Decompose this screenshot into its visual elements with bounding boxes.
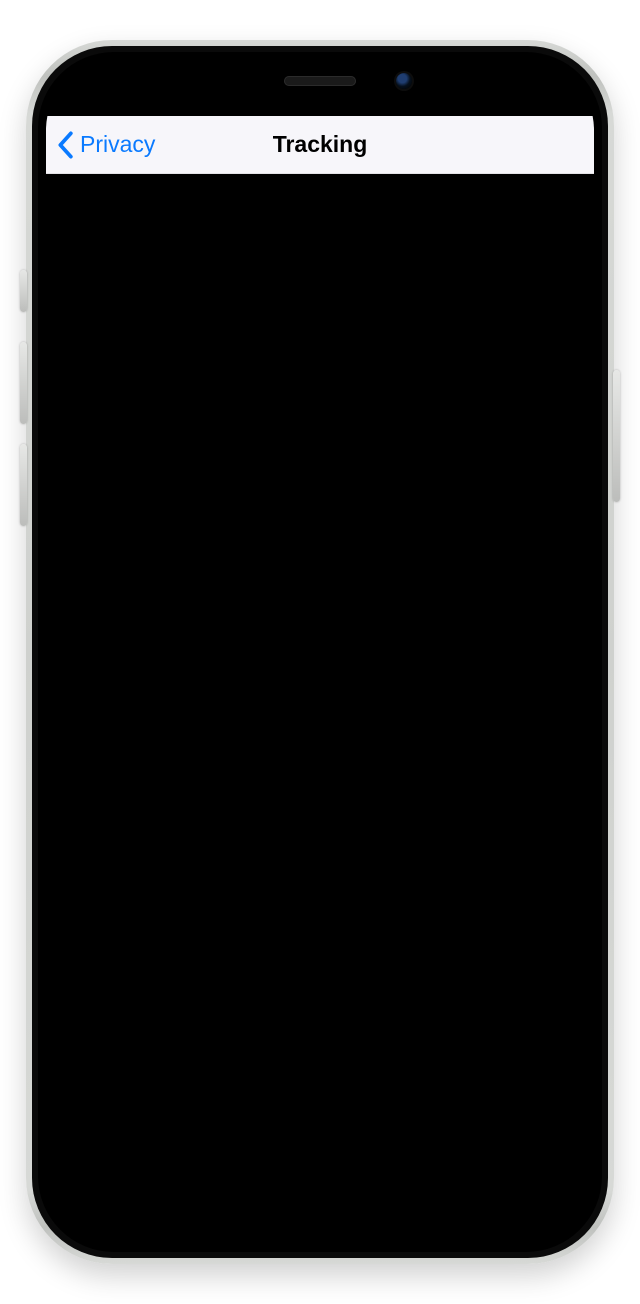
screen: 9:41 bbox=[46, 60, 594, 1244]
back-button[interactable]: Privacy bbox=[56, 116, 155, 173]
learn-more-link[interactable]: Learn more… bbox=[216, 318, 320, 337]
home-indicator bbox=[234, 1226, 406, 1232]
side-button bbox=[613, 370, 620, 502]
notch bbox=[196, 60, 444, 102]
earpiece-speaker bbox=[284, 76, 356, 86]
row-label: Allow Apps to Request to Track bbox=[66, 238, 508, 264]
navigation-bar: Privacy Tracking bbox=[46, 116, 594, 174]
row-app: App App bbox=[46, 366, 594, 428]
iphone-frame: 9:41 bbox=[26, 40, 614, 1264]
content: Allow Apps to Request to Track Allow app… bbox=[46, 174, 594, 1244]
cellular-icon bbox=[470, 85, 494, 101]
app-icon-label: App bbox=[70, 387, 102, 407]
section-footer: Allow apps to ask to track your activity… bbox=[46, 282, 594, 366]
volume-down-button bbox=[20, 444, 27, 526]
wifi-icon bbox=[502, 85, 524, 102]
front-camera bbox=[396, 73, 412, 89]
chevron-left-icon bbox=[56, 131, 74, 159]
page-title: Tracking bbox=[273, 131, 368, 158]
battery-icon bbox=[532, 86, 567, 101]
row-allow-request-to-track: Allow Apps to Request to Track bbox=[46, 220, 594, 282]
back-label: Privacy bbox=[80, 131, 155, 158]
toggle-allow-request-to-track[interactable] bbox=[508, 231, 574, 271]
app-icon: App bbox=[66, 377, 106, 417]
status-time: 9:41 bbox=[121, 80, 167, 106]
mute-switch bbox=[20, 270, 27, 312]
footer-text: Allow apps to ask to track your activity… bbox=[66, 294, 542, 337]
volume-up-button bbox=[20, 342, 27, 424]
row-label: App bbox=[122, 384, 508, 410]
toggle-app[interactable] bbox=[508, 377, 574, 417]
